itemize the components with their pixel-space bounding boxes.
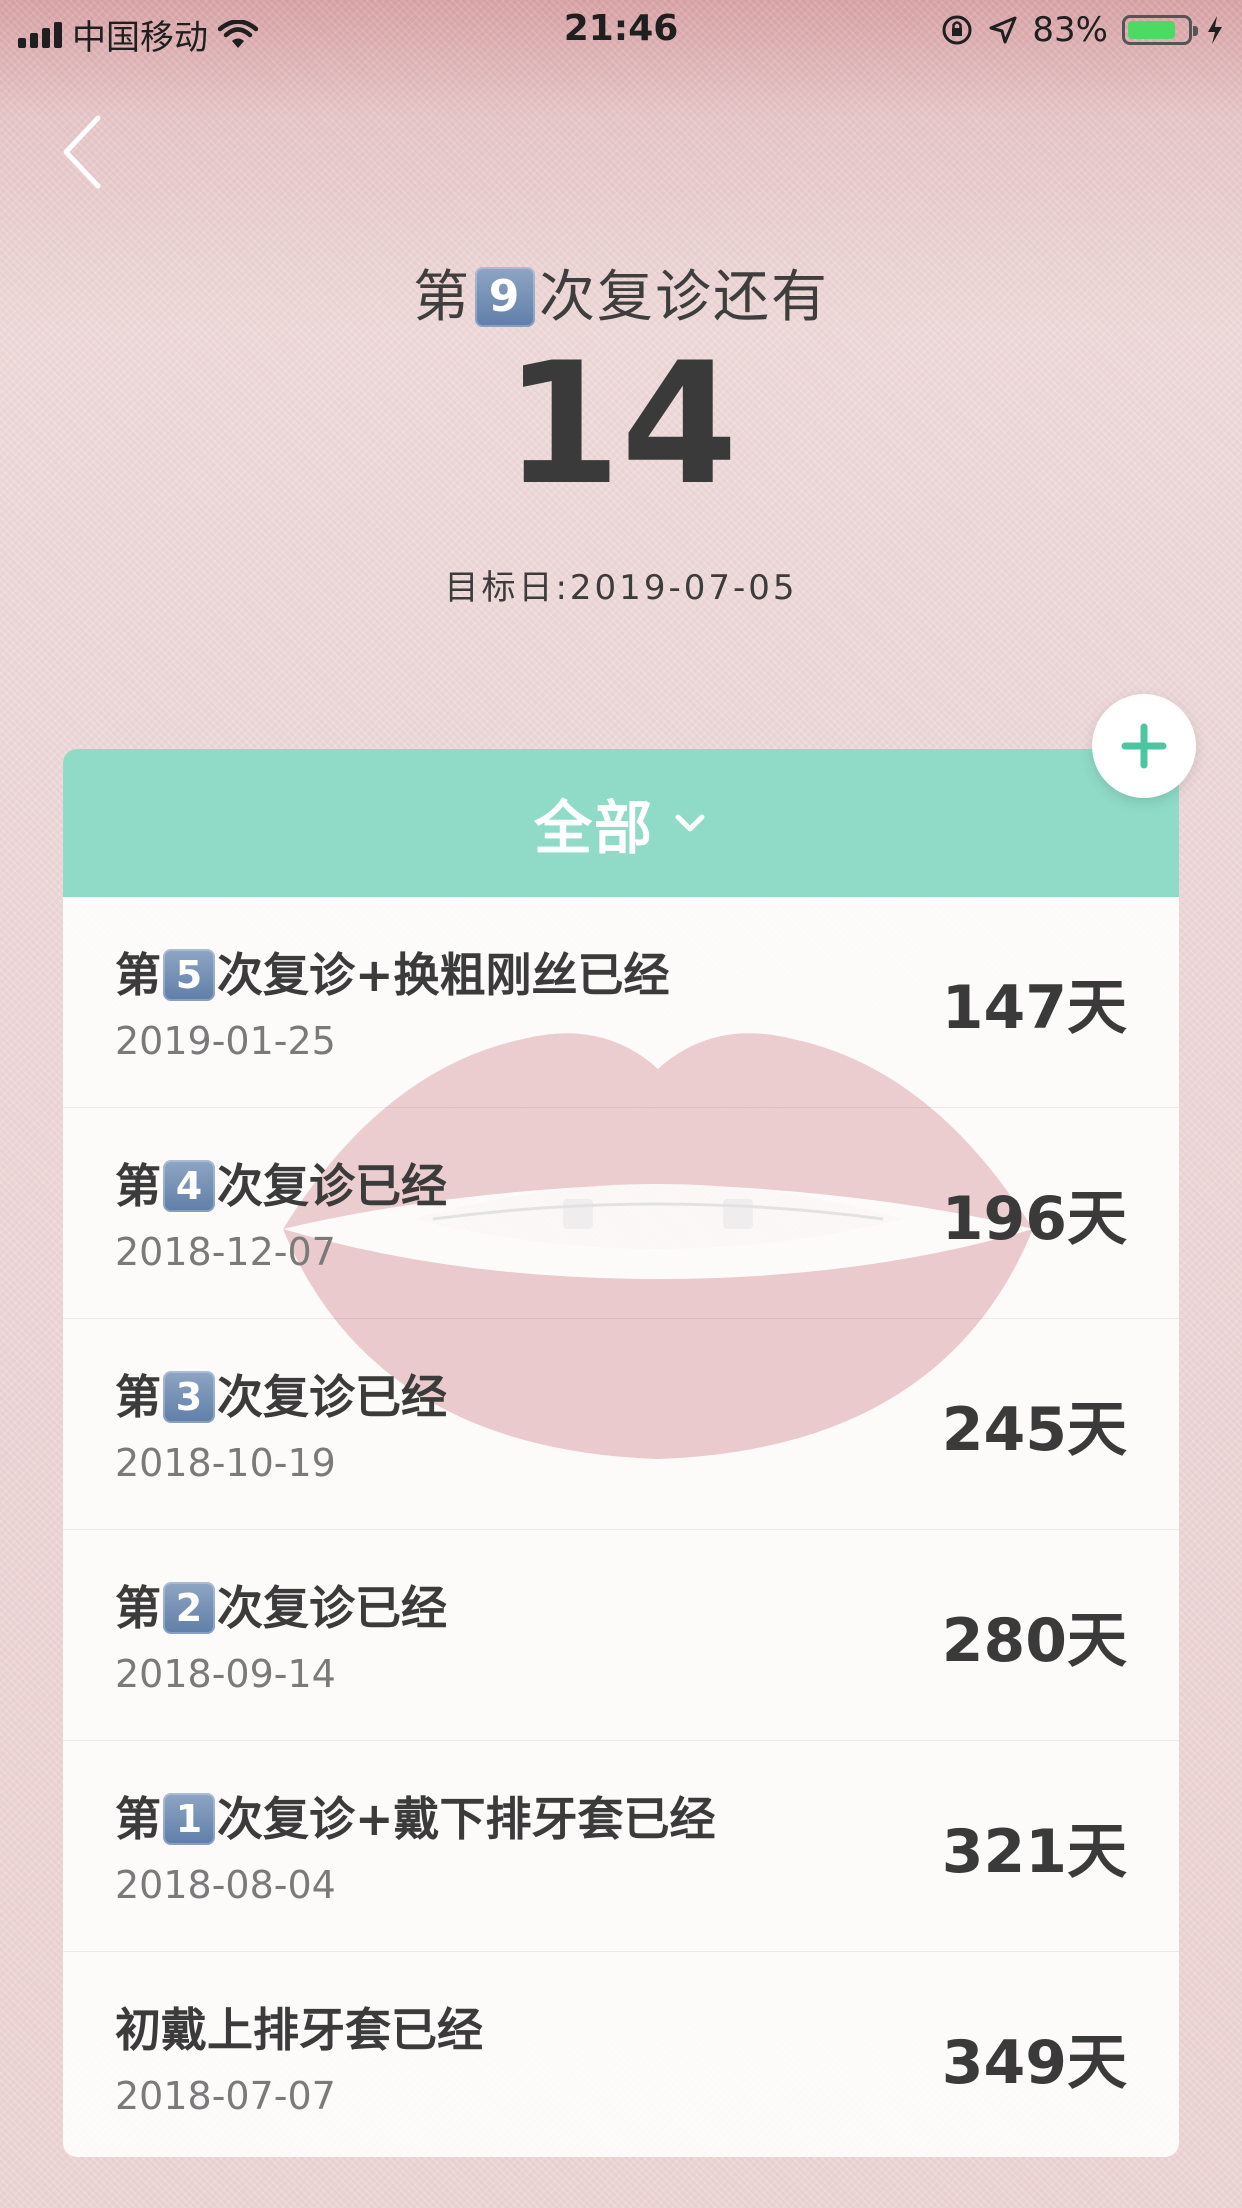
visit-number-badge: 2 (163, 1581, 215, 1634)
event-title: 第 2 次复诊已经 (115, 1572, 447, 1638)
title-suffix: 次复诊还有 (539, 265, 829, 330)
title-prefix: 第 (115, 1792, 161, 1846)
title-suffix: 次复诊已经 (217, 1159, 447, 1213)
event-date: 2019-01-25 (115, 1019, 336, 1063)
event-title: 第 1 次复诊+戴下排牙套已经 (115, 1783, 716, 1849)
elapsed-days: 321天 (941, 1817, 1127, 1887)
title-prefix: 第 (115, 1159, 161, 1213)
charging-icon (1208, 16, 1222, 44)
event-title: 第 5 次复诊+换粗刚丝已经 (115, 939, 670, 1005)
battery-percent: 83% (1032, 10, 1108, 50)
filter-label: 全部 (533, 794, 654, 862)
orientation-lock-icon (942, 15, 972, 45)
visit-number-badge: 4 (163, 1159, 215, 1212)
event-date: 2018-08-04 (115, 1863, 336, 1907)
elapsed-days: 196天 (941, 1184, 1127, 1254)
event-title: 初戴上排牙套已经 (115, 2003, 483, 2057)
back-button[interactable] (58, 112, 108, 192)
title-prefix: 第 (115, 1370, 161, 1424)
list-item[interactable]: 第 4 次复诊已经 2018-12-07 196天 (63, 1108, 1179, 1319)
list-item[interactable]: 第 1 次复诊+戴下排牙套已经 2018-08-04 321天 (63, 1741, 1179, 1952)
list-item[interactable]: 第 2 次复诊已经 2018-09-14 280天 (63, 1530, 1179, 1741)
events-list: 第 5 次复诊+换粗刚丝已经 2019-01-25 147天 第 4 次复诊已经 201… (63, 897, 1179, 2157)
visit-number-badge: 3 (163, 1370, 215, 1423)
visit-number-badge: 1 (163, 1792, 215, 1845)
event-title: 第 3 次复诊已经 (115, 1361, 447, 1427)
status-bar: 中国移动 21:46 83% (0, 0, 1242, 62)
event-title: 第 4 次复诊已经 (115, 1150, 447, 1216)
title-suffix: 次复诊+换粗刚丝已经 (217, 948, 670, 1002)
event-date: 2018-12-07 (115, 1230, 336, 1274)
target-date: 目标日:2019-07-05 (444, 568, 798, 608)
filter-dropdown[interactable]: 全部 (63, 749, 1179, 897)
add-event-button[interactable] (1092, 694, 1196, 798)
title-suffix: 次复诊已经 (217, 1581, 447, 1635)
battery-level (1128, 21, 1176, 39)
elapsed-days: 280天 (941, 1606, 1127, 1676)
title-prefix: 第 (115, 948, 161, 1002)
title-suffix: 次复诊+戴下排牙套已经 (217, 1792, 716, 1846)
countdown-days: 14 (504, 326, 738, 522)
elapsed-days: 349天 (941, 2028, 1127, 2098)
battery-icon (1122, 15, 1198, 45)
event-date: 2018-09-14 (115, 1652, 336, 1696)
list-item[interactable]: 第 5 次复诊+换粗刚丝已经 2019-01-25 147天 (63, 897, 1179, 1108)
chevron-down-icon (675, 814, 705, 832)
location-icon (989, 16, 1017, 44)
chevron-left-icon (63, 115, 101, 189)
events-card: 全部 第 5 次复诊+换粗刚丝已经 2019-01-25 147天 第 4 次复诊已经 … (63, 749, 1179, 2157)
elapsed-days: 245天 (941, 1395, 1127, 1465)
list-item[interactable]: 初戴上排牙套已经 2018-07-07 349天 (63, 1952, 1179, 2157)
next-visit-title: 第 9 次复诊还有 (0, 252, 1242, 333)
plus-icon (1121, 723, 1167, 769)
list-item[interactable]: 第 3 次复诊已经 2018-10-19 245天 (63, 1319, 1179, 1530)
status-right: 83% (940, 10, 1224, 50)
visit-number-badge: 9 (475, 266, 535, 327)
event-date: 2018-07-07 (115, 2074, 336, 2118)
title-prefix: 第 (115, 1581, 161, 1635)
title-prefix: 第 (413, 265, 471, 330)
title-suffix: 次复诊已经 (217, 1370, 447, 1424)
event-date: 2018-10-19 (115, 1441, 336, 1485)
elapsed-days: 147天 (941, 973, 1127, 1043)
visit-number-badge: 5 (163, 948, 215, 1001)
